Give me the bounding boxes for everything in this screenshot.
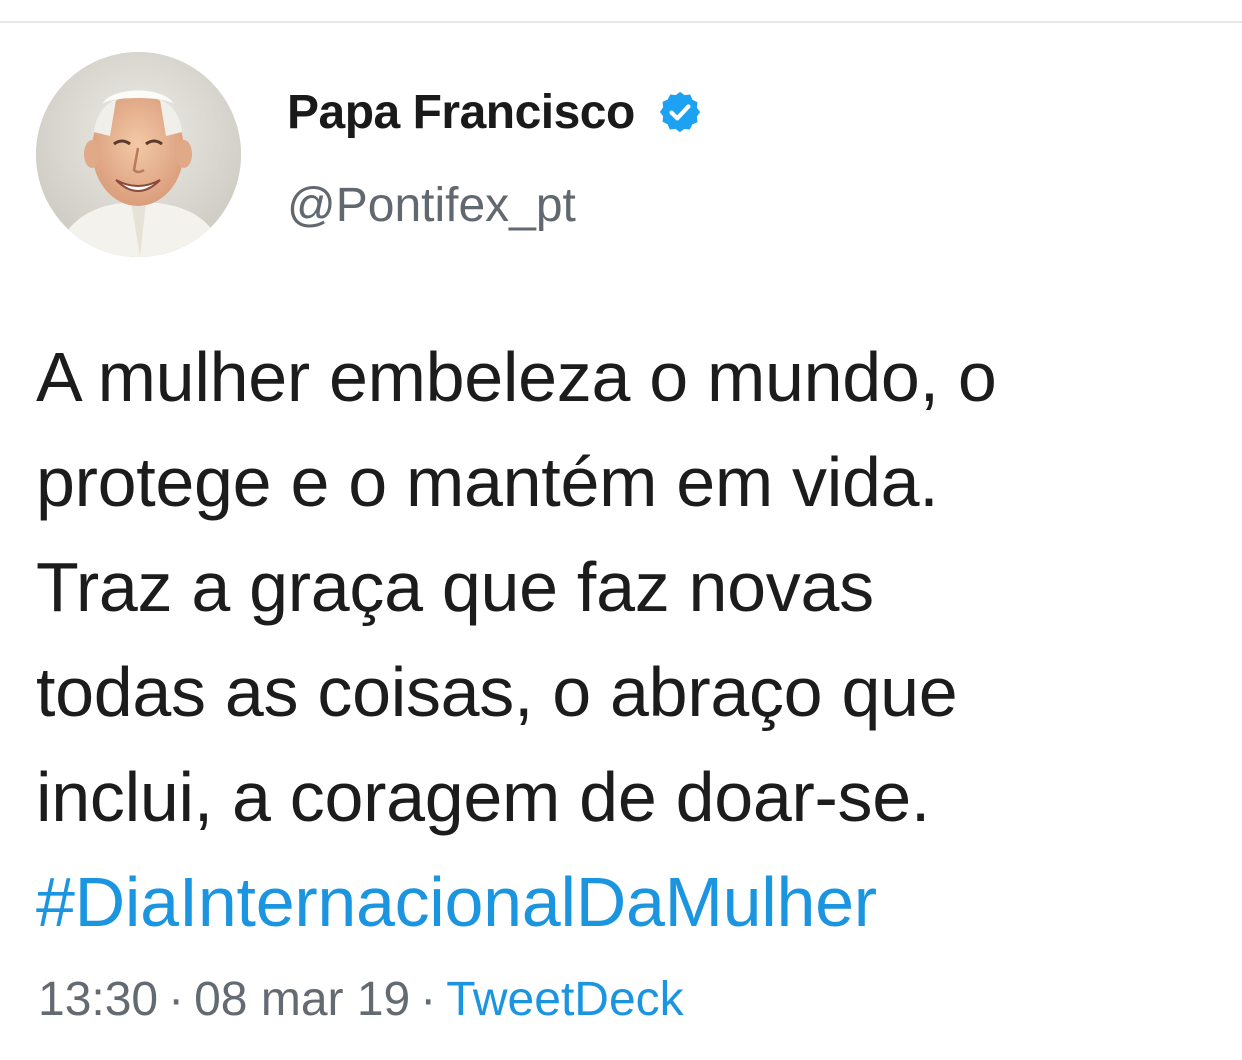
tweet-text-line: Traz a graça que faz novas	[36, 548, 874, 626]
top-divider	[0, 21, 1242, 23]
tweet-date[interactable]: 08 mar 19	[194, 973, 410, 1026]
verified-badge-icon	[657, 89, 703, 135]
avatar[interactable]	[36, 52, 241, 257]
tweet-source-link[interactable]: TweetDeck	[446, 973, 683, 1026]
tweet-text-line: inclui, a coragem de doar-se.	[36, 758, 930, 836]
author-handle[interactable]: @Pontifex_pt	[287, 178, 576, 233]
meta-separator: ·	[168, 973, 185, 1026]
tweet-time[interactable]: 13:30	[38, 973, 158, 1026]
author-display-name[interactable]: Papa Francisco	[287, 85, 635, 140]
author-name-row[interactable]: Papa Francisco	[287, 80, 703, 144]
avatar-photo	[36, 52, 241, 257]
hashtag-link[interactable]: #DiaInternacionalDaMulher	[36, 850, 1226, 955]
tweet-text-line: protege e o mantém em vida.	[36, 443, 939, 521]
tweet-text-line: todas as coisas, o abraço que	[36, 653, 958, 731]
meta-separator: ·	[420, 973, 437, 1026]
tweet-text-line: A mulher embeleza o mundo, o	[36, 338, 997, 416]
tweet-metadata: 13:30 · 08 mar 19 · TweetDeck	[38, 972, 684, 1027]
tweet-text: A mulher embeleza o mundo, o protege e o…	[36, 325, 1226, 955]
